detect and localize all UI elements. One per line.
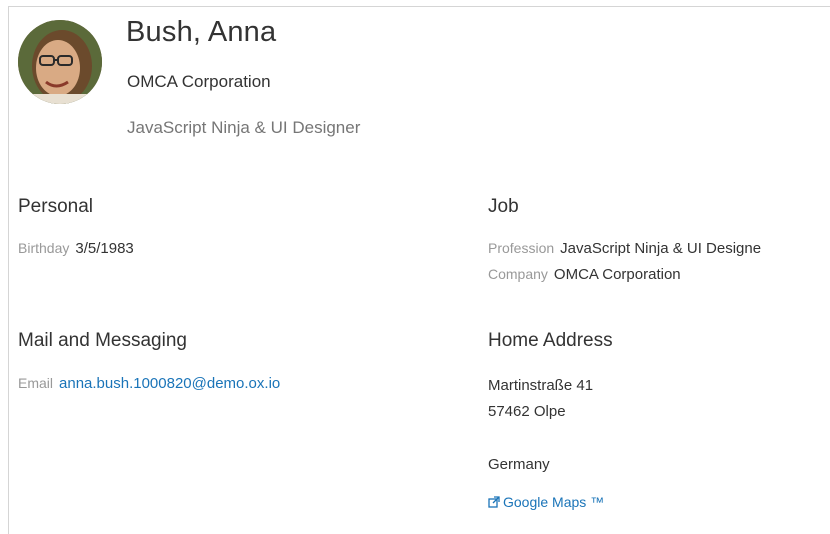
avatar xyxy=(18,20,102,104)
contact-name: Bush, Anna xyxy=(126,16,277,48)
contact-position: JavaScript Ninja & UI Designer xyxy=(127,118,361,137)
google-maps-link[interactable]: Google Maps ™ xyxy=(488,494,604,511)
job-company-value: OMCA Corporation xyxy=(553,266,681,283)
section-title-mail: Mail and Messaging xyxy=(18,330,187,351)
profession-value: JavaScript Ninja & UI Designe xyxy=(560,240,762,257)
section-title-personal: Personal xyxy=(18,196,93,217)
section-title-job: Job xyxy=(488,196,519,217)
profession-label: Profession xyxy=(488,240,555,256)
email-row: Email anna.bush.1000820@demo.ox.io xyxy=(18,375,280,393)
panel-left-border xyxy=(8,6,9,534)
address-country: Germany xyxy=(488,456,550,473)
job-company-label: Company xyxy=(488,266,548,282)
profession-row: Profession JavaScript Ninja & UI Designe xyxy=(488,240,761,258)
birthday-row: Birthday 3/5/1983 xyxy=(18,240,134,258)
section-title-home-address: Home Address xyxy=(488,330,613,351)
address-city: 57462 Olpe xyxy=(488,403,566,420)
birthday-value: 3/5/1983 xyxy=(75,240,134,257)
email-label: Email xyxy=(18,375,54,391)
job-company-row: Company OMCA Corporation xyxy=(488,266,681,284)
address-street: Martinstraße 41 xyxy=(488,377,594,394)
email-link[interactable]: anna.bush.1000820@demo.ox.io xyxy=(59,375,280,392)
birthday-label: Birthday xyxy=(18,240,70,256)
contact-company: OMCA Corporation xyxy=(127,72,271,91)
google-maps-label: Google Maps ™ xyxy=(503,494,605,510)
external-link-icon xyxy=(488,495,500,511)
panel-top-border xyxy=(8,6,830,7)
